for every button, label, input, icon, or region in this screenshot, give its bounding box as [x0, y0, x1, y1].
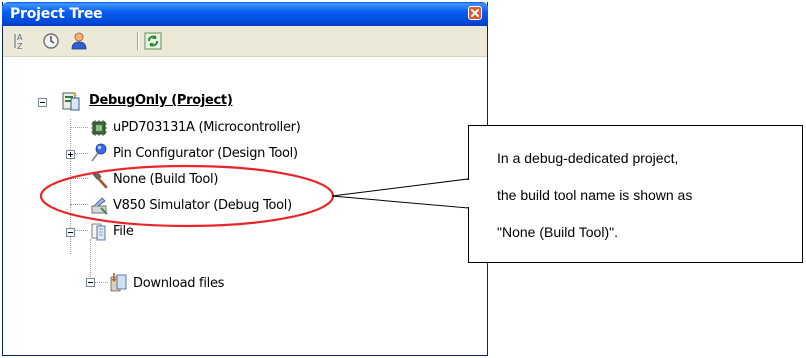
- highlight-ellipse: [39, 164, 335, 228]
- annotation-overlay: [39, 164, 469, 228]
- callout-pointer: [331, 178, 469, 209]
